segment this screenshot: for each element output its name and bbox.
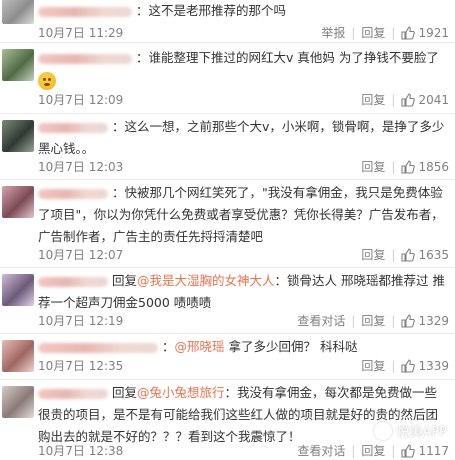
thumbs-up-icon bbox=[401, 443, 416, 458]
comment-item: ：谁能整理下推过的网红大v 真他妈 为了挣钱不要脸了 10月7日 12:09 回… bbox=[0, 43, 455, 114]
comment-feed: ：这不是老邢推荐的那个吗 10月7日 11:29 举报 | 回复 | 1921 … bbox=[0, 0, 455, 460]
comment-item: 回复@我是大湿胸的女神大人：锁骨达人 邢晓瑶都推荐过 推荐一个超声刀佣金5000… bbox=[0, 268, 455, 334]
username-blurred[interactable] bbox=[38, 388, 108, 399]
like-button[interactable]: 1921 bbox=[395, 26, 449, 40]
reply-prefix: ： bbox=[162, 339, 175, 354]
username-blurred[interactable] bbox=[38, 342, 158, 353]
username-blurred[interactable] bbox=[38, 188, 108, 199]
like-count: 1117 bbox=[418, 443, 449, 458]
comment-meta: 10月7日 12:09 回复 | 2041 bbox=[38, 91, 449, 109]
comment-meta: 10月7日 12:07 回复 | 1635 bbox=[38, 246, 449, 264]
thumbs-up-icon bbox=[401, 25, 416, 40]
thumbs-up-icon bbox=[401, 358, 416, 373]
comment-text: ：@邢晓瑶 拿了多少回佣？ 科科哒 bbox=[38, 336, 449, 358]
comment-item: ：@邢晓瑶 拿了多少回佣？ 科科哒 10月7日 12:35 回复 | 1339 bbox=[0, 334, 455, 380]
avatar[interactable] bbox=[2, 386, 34, 418]
comment-actions: 回复 | 1856 bbox=[355, 158, 449, 175]
reply-button[interactable]: 回复 bbox=[355, 91, 391, 108]
comment-time: 10月7日 11:29 bbox=[38, 26, 124, 40]
like-button[interactable]: 1339 bbox=[395, 359, 449, 373]
view-conversation-button[interactable]: 查看对话 bbox=[291, 312, 351, 329]
thumbs-up-icon bbox=[401, 247, 416, 262]
mention-link[interactable]: @我是大湿胸的女神大人 bbox=[137, 273, 275, 288]
comment-meta: 10月7日 12:19 查看对话 | 回复 | 1329 bbox=[38, 312, 449, 330]
reply-button[interactable]: 回复 bbox=[355, 24, 391, 41]
comment-item: ：这不是老邢推荐的那个吗 10月7日 11:29 举报 | 回复 | 1921 bbox=[0, 0, 455, 43]
avatar[interactable] bbox=[2, 340, 34, 372]
grin-emoji-icon bbox=[38, 71, 56, 90]
mention-link[interactable]: @兔小兔想旅行 bbox=[137, 385, 225, 400]
comment-actions: 查看对话 | 回复 | 1329 bbox=[291, 312, 449, 329]
comment-actions: 回复 | 1635 bbox=[355, 246, 449, 263]
username-blurred[interactable] bbox=[38, 6, 132, 17]
watermark-text: 悦美APP bbox=[396, 425, 447, 440]
avatar[interactable] bbox=[2, 120, 34, 152]
comment-text: ：快被那几个网红笑死了，"我没有拿佣金，我只是免费体验了项目"，你以为你凭什么免… bbox=[38, 182, 449, 248]
reply-button[interactable]: 回复 bbox=[355, 357, 391, 374]
reply-prefix: 回复 bbox=[112, 273, 138, 288]
comment-content: 拿了多少回佣？ 科科哒 bbox=[224, 339, 358, 354]
app-watermark: 悦美APP bbox=[374, 421, 447, 440]
comment-text: ：这不是老邢推荐的那个吗 bbox=[38, 0, 449, 22]
comment-time: 10月7日 12:19 bbox=[38, 314, 124, 328]
comment-time: 10月7日 12:07 bbox=[38, 248, 124, 262]
like-count: 1856 bbox=[418, 159, 449, 174]
mention-link[interactable]: @邢晓瑶 bbox=[175, 339, 225, 354]
like-button[interactable]: 2041 bbox=[395, 93, 449, 107]
comment-content: ：谁能整理下推过的网红大v 真他妈 为了挣钱不要脸了 bbox=[136, 50, 439, 65]
username-blurred[interactable] bbox=[38, 122, 108, 133]
comment-item: 回复@兔小兔想旅行：我没有拿佣金，每次都是免费做一些很贵的项目，是不是有可能给我… bbox=[0, 380, 455, 460]
like-count: 1339 bbox=[418, 358, 449, 373]
username-blurred[interactable] bbox=[38, 53, 132, 64]
comment-item: ：快被那几个网红笑死了，"我没有拿佣金，我只是免费体验了项目"，你以为你凭什么免… bbox=[0, 180, 455, 268]
like-count: 1635 bbox=[418, 247, 449, 262]
comment-content: ：这不是老邢推荐的那个吗 bbox=[136, 3, 287, 18]
reply-button[interactable]: 回复 bbox=[355, 158, 391, 175]
comment-text: 回复@我是大湿胸的女神大人：锁骨达人 邢晓瑶都推荐过 推荐一个超声刀佣金5000… bbox=[38, 270, 449, 314]
like-button[interactable]: 1117 bbox=[395, 444, 449, 458]
comment-time: 10月7日 12:03 bbox=[38, 160, 124, 174]
like-count: 2041 bbox=[418, 92, 449, 107]
like-button[interactable]: 1856 bbox=[395, 160, 449, 174]
like-count: 1329 bbox=[418, 313, 449, 328]
thumbs-up-icon bbox=[401, 92, 416, 107]
reply-button[interactable]: 回复 bbox=[355, 246, 391, 263]
thumbs-up-icon bbox=[401, 313, 416, 328]
comment-meta: 10月7日 12:38 查看对话 | 回复 | 1117 bbox=[38, 442, 449, 460]
avatar[interactable] bbox=[2, 274, 34, 306]
reply-button[interactable]: 回复 bbox=[355, 312, 391, 329]
comment-meta: 10月7日 12:35 回复 | 1339 bbox=[38, 357, 449, 375]
username-blurred[interactable] bbox=[38, 276, 108, 287]
avatar[interactable] bbox=[2, 0, 34, 24]
comment-text: ：这么一想，之前那些个大v，小米啊，锁骨啊，是挣了多少黑心钱。。 bbox=[38, 116, 449, 160]
comment-time: 10月7日 12:38 bbox=[38, 444, 124, 458]
like-button[interactable]: 1635 bbox=[395, 248, 449, 262]
reply-prefix: 回复 bbox=[112, 385, 138, 400]
view-conversation-button[interactable]: 查看对话 bbox=[291, 442, 351, 459]
comment-time: 10月7日 12:09 bbox=[38, 93, 124, 107]
comment-actions: 回复 | 1339 bbox=[355, 357, 449, 374]
avatar[interactable] bbox=[2, 49, 34, 81]
report-button[interactable]: 举报 bbox=[315, 24, 351, 41]
comment-actions: 举报 | 回复 | 1921 bbox=[315, 24, 449, 41]
thumbs-up-icon bbox=[401, 159, 416, 174]
comment-item: ：这么一想，之前那些个大v，小米啊，锁骨啊，是挣了多少黑心钱。。 10月7日 1… bbox=[0, 114, 455, 180]
like-button[interactable]: 1329 bbox=[395, 314, 449, 328]
like-count: 1921 bbox=[418, 25, 449, 40]
comment-text: ：谁能整理下推过的网红大v 真他妈 为了挣钱不要脸了 bbox=[38, 47, 449, 91]
comment-meta: 10月7日 11:29 举报 | 回复 | 1921 bbox=[38, 24, 449, 42]
comment-time: 10月7日 12:35 bbox=[38, 359, 124, 373]
comment-actions: 回复 | 2041 bbox=[355, 91, 449, 108]
comment-actions: 查看对话 | 回复 | 1117 bbox=[291, 442, 449, 459]
comment-meta: 10月7日 12:03 回复 | 1856 bbox=[38, 158, 449, 176]
reply-button[interactable]: 回复 bbox=[355, 442, 391, 459]
avatar[interactable] bbox=[2, 186, 34, 218]
watermark-logo-icon bbox=[374, 421, 393, 440]
